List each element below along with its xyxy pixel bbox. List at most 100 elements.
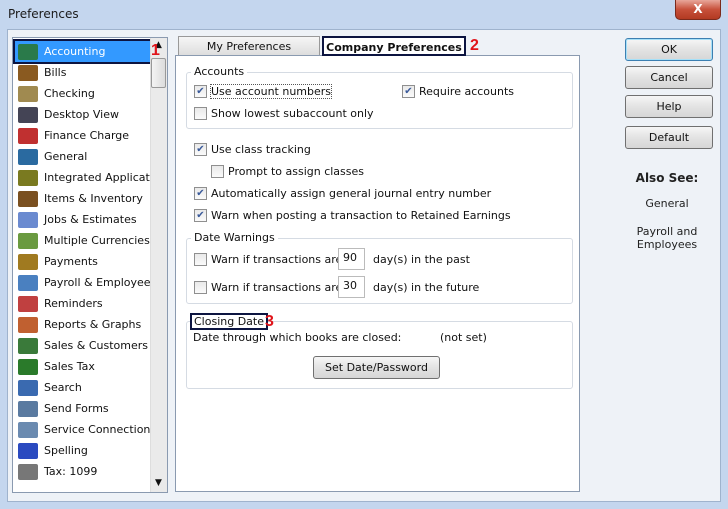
- sidebar-item-label: Tax: 1099: [44, 465, 98, 478]
- general-icon: [18, 148, 38, 165]
- sidebar-item-bills[interactable]: Bills: [15, 62, 150, 83]
- spelling-icon: [18, 442, 38, 459]
- tax-1099-icon: [18, 463, 38, 480]
- scroll-down-icon[interactable]: ▼: [151, 478, 166, 488]
- sidebar-item-sales-customers[interactable]: Sales & Customers: [15, 335, 150, 356]
- close-button[interactable]: X: [675, 0, 721, 20]
- sidebar-item-integrated-applications[interactable]: Integrated Applicatio: [15, 167, 150, 188]
- sidebar-item-sales-tax[interactable]: Sales Tax: [15, 356, 150, 377]
- show-lowest-subaccount-checkbox[interactable]: Show lowest subaccount only: [194, 107, 374, 120]
- checkbox-icon: [194, 107, 207, 120]
- warn-future-checkbox[interactable]: Warn if transactions are: [194, 281, 342, 294]
- category-scrollbar[interactable]: [150, 38, 167, 492]
- sidebar-item-send-forms[interactable]: Send Forms: [15, 398, 150, 419]
- tab-my-preferences[interactable]: My Preferences: [178, 36, 320, 56]
- sidebar-item-multiple-currencies[interactable]: Multiple Currencies: [15, 230, 150, 251]
- past-days-suffix: day(s) in the past: [373, 253, 470, 266]
- reminders-icon: [18, 295, 38, 312]
- search-icon: [18, 379, 38, 396]
- sidebar-item-label: Checking: [44, 87, 95, 100]
- also-see-title: Also See:: [635, 171, 699, 185]
- use-account-numbers-checkbox[interactable]: ✔ Use account numbers: [194, 84, 333, 99]
- sidebar-item-payments[interactable]: Payments: [15, 251, 150, 272]
- closing-date-label: Closing Date: [190, 313, 268, 330]
- checkbox-icon: [194, 253, 207, 266]
- checking-icon: [18, 85, 38, 102]
- sidebar-item-finance-charge[interactable]: Finance Charge: [15, 125, 150, 146]
- sidebar-item-label: Items & Inventory: [44, 192, 143, 205]
- sidebar-item-jobs-estimates[interactable]: Jobs & Estimates: [15, 209, 150, 230]
- sidebar-item-payroll-employees[interactable]: Payroll & Employees: [15, 272, 150, 293]
- class-tracking-checkbox[interactable]: ✔ Use class tracking: [194, 143, 311, 156]
- cancel-button[interactable]: Cancel: [625, 66, 713, 89]
- sidebar-item-label: Integrated Applicatio: [44, 171, 150, 184]
- future-days-suffix: day(s) in the future: [373, 281, 480, 294]
- also-see-general-link[interactable]: General: [622, 197, 712, 210]
- sidebar-item-label: Sales Tax: [44, 360, 95, 373]
- sidebar-item-label: Service Connection: [44, 423, 150, 436]
- desktop-view-icon: [18, 106, 38, 123]
- sidebar-item-reminders[interactable]: Reminders: [15, 293, 150, 314]
- scrollbar-thumb[interactable]: [151, 58, 166, 88]
- sidebar-item-label: Reminders: [44, 297, 103, 310]
- closing-date-value: (not set): [440, 331, 487, 344]
- checkbox-icon: ✔: [194, 85, 207, 98]
- sidebar-item-label: Bills: [44, 66, 67, 79]
- prompt-assign-classes-checkbox[interactable]: Prompt to assign classes: [211, 165, 364, 178]
- sidebar-item-label: General: [44, 150, 88, 163]
- past-days-input[interactable]: 90: [338, 248, 365, 270]
- sidebar-item-reports-graphs[interactable]: Reports & Graphs: [15, 314, 150, 335]
- warn-retained-earnings-checkbox[interactable]: ✔ Warn when posting a transaction to Reta…: [194, 209, 511, 222]
- accounts-group: [186, 72, 573, 129]
- annotation-1: 1: [151, 42, 160, 59]
- multiple-currencies-icon: [18, 232, 38, 249]
- also-see-payroll-link-line2[interactable]: Employees: [622, 238, 712, 251]
- annotation-2: 2: [470, 37, 479, 54]
- reports-graphs-icon: [18, 316, 38, 333]
- auto-journal-number-checkbox[interactable]: ✔ Automatically assign general journal en…: [194, 187, 491, 200]
- sidebar-item-label: Finance Charge: [44, 129, 130, 142]
- category-list[interactable]: Accounting Bills Checking Desktop View Finan…: [12, 37, 168, 493]
- require-accounts-checkbox[interactable]: ✔ Require accounts: [402, 85, 514, 98]
- sidebar-item-label: Jobs & Estimates: [44, 213, 137, 226]
- sidebar-item-desktop-view[interactable]: Desktop View: [15, 104, 150, 125]
- sidebar-item-label: Payroll & Employees: [44, 276, 150, 289]
- sidebar-item-label: Multiple Currencies: [44, 234, 150, 247]
- checkbox-icon: ✔: [402, 85, 415, 98]
- sidebar-item-label: Search: [44, 381, 82, 394]
- sidebar-item-checking[interactable]: Checking: [15, 83, 150, 104]
- payroll-employees-icon: [18, 274, 38, 291]
- sidebar-item-items-inventory[interactable]: Items & Inventory: [15, 188, 150, 209]
- sidebar-item-label: Desktop View: [44, 108, 119, 121]
- checkbox-icon: [194, 281, 207, 294]
- sidebar-item-general[interactable]: General: [15, 146, 150, 167]
- also-see-payroll-link[interactable]: Payroll and: [622, 225, 712, 238]
- sidebar-item-accounting[interactable]: Accounting: [13, 39, 152, 64]
- warn-past-checkbox[interactable]: Warn if transactions are: [194, 253, 342, 266]
- sidebar-item-label: Spelling: [44, 444, 88, 457]
- sidebar-item-spelling[interactable]: Spelling: [15, 440, 150, 461]
- date-warnings-label: Date Warnings: [191, 231, 278, 244]
- set-date-password-button[interactable]: Set Date/Password: [313, 356, 440, 379]
- checkbox-icon: ✔: [194, 143, 207, 156]
- payments-icon: [18, 253, 38, 270]
- accounts-label: Accounts: [191, 65, 248, 78]
- finance-charge-icon: [18, 127, 38, 144]
- sidebar-item-label: Sales & Customers: [44, 339, 149, 352]
- sidebar-item-search[interactable]: Search: [15, 377, 150, 398]
- sidebar-item-label: Payments: [44, 255, 98, 268]
- help-button[interactable]: Help: [625, 95, 713, 118]
- checkbox-icon: ✔: [194, 209, 207, 222]
- sidebar-item-service-connection[interactable]: Service Connection: [15, 419, 150, 440]
- sales-customers-icon: [18, 337, 38, 354]
- bills-icon: [18, 64, 38, 81]
- sidebar-item-label: Reports & Graphs: [44, 318, 142, 331]
- checkbox-icon: [211, 165, 224, 178]
- tab-company-preferences[interactable]: Company Preferences: [322, 36, 466, 56]
- sidebar-item-label: Send Forms: [44, 402, 109, 415]
- future-days-input[interactable]: 30: [338, 276, 365, 298]
- window-title: Preferences: [8, 7, 79, 21]
- sidebar-item-tax-1099[interactable]: Tax: 1099: [15, 461, 150, 482]
- ok-button[interactable]: OK: [625, 38, 713, 61]
- default-button[interactable]: Default: [625, 126, 713, 149]
